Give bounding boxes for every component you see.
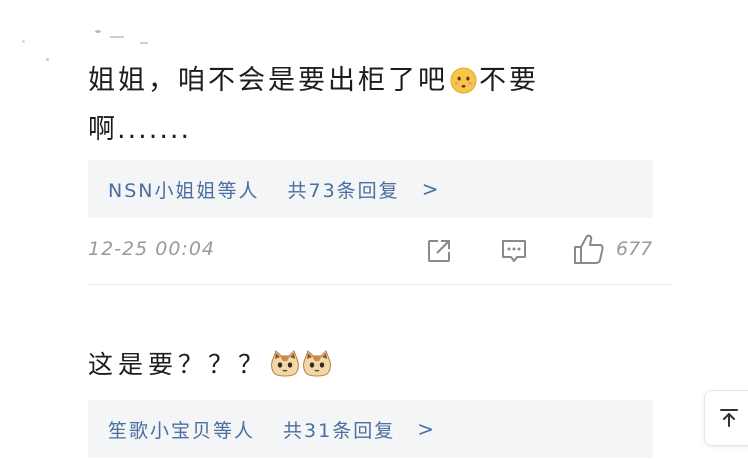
back-to-top-button[interactable]	[704, 390, 748, 446]
chevron-right-icon: >	[417, 417, 436, 441]
divider	[88, 284, 673, 285]
timestamp: 12-25 00:04	[88, 238, 216, 260]
like-count: 677	[616, 238, 653, 260]
comment-text: 这是要？？？	[88, 345, 668, 385]
cat-face-emoji	[303, 350, 331, 377]
comment-item: 姐姐，咱不会是要出柜了吧 不要啊.......	[88, 58, 668, 152]
comment-text-part: 这是要？？？	[88, 350, 269, 379]
reply-count: 共73条回复	[287, 179, 400, 202]
comment-text: 姐姐，咱不会是要出柜了吧 不要啊.......	[88, 58, 668, 152]
comment-text-part: 姐姐，咱不会是要出柜了吧	[88, 65, 448, 96]
thumbs-up-icon[interactable]	[572, 232, 606, 266]
arrow-up-to-top-icon	[719, 409, 738, 427]
comment-icon[interactable]	[499, 236, 529, 266]
comment-feed: 姐姐，咱不会是要出柜了吧 不要啊....... NSN小姐姐等人 共73条回复 …	[0, 0, 748, 459]
share-icon[interactable]	[424, 236, 454, 266]
worried-face-emoji	[450, 67, 477, 94]
replies-link[interactable]: 笙歌小宝贝等人 共31条回复 >	[88, 400, 653, 458]
cat-face-emoji	[271, 350, 299, 377]
comment-text-line: 啊.......	[88, 114, 192, 145]
replies-link[interactable]: NSN小姐姐等人 共73条回复 >	[88, 160, 653, 218]
reply-users: 笙歌小宝贝等人	[108, 419, 256, 442]
reply-users: NSN小姐姐等人	[108, 179, 260, 202]
comment-meta: 12-25 00:04 677	[88, 232, 668, 272]
cropped-previous-content	[0, 0, 748, 61]
comment-item: 这是要？？？	[88, 345, 668, 385]
comment-text-part: 不要	[479, 65, 539, 96]
reply-count: 共31条回复	[283, 419, 396, 442]
chevron-right-icon: >	[421, 177, 441, 201]
